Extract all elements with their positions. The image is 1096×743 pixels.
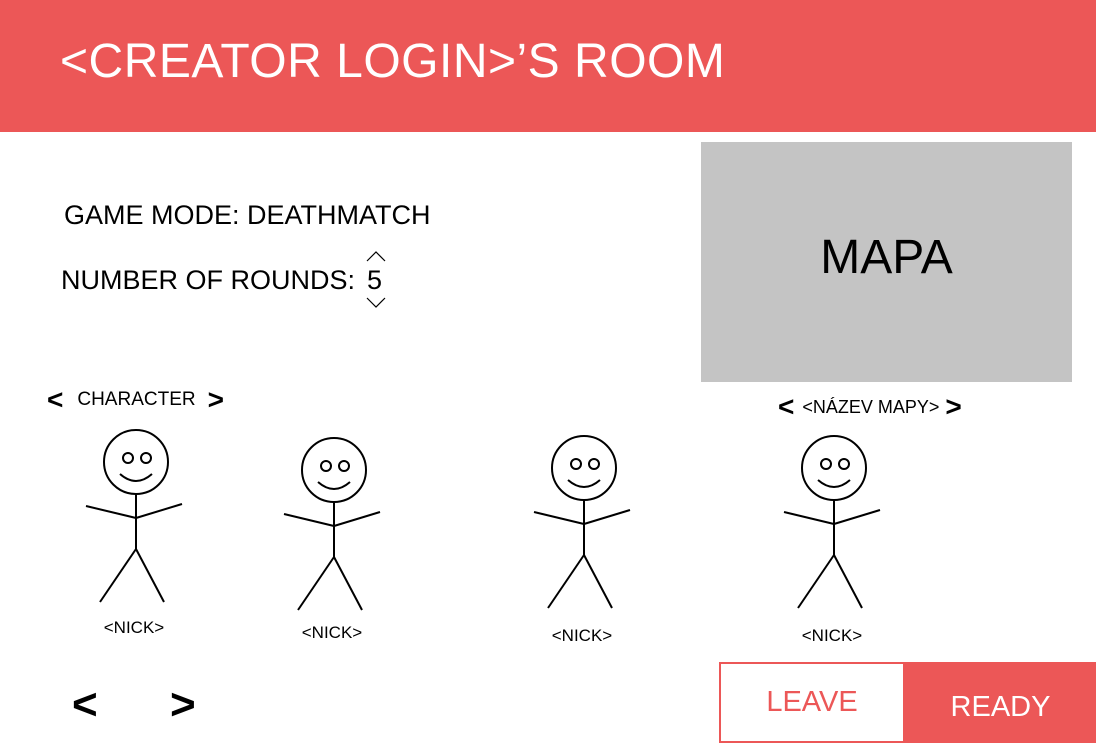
map-next-button[interactable]: > <box>945 391 961 423</box>
map-selector: < <NÁZEV MAPY> > <box>778 391 962 423</box>
game-mode-label: GAME MODE: DEATHMATCH <box>64 200 431 230</box>
page-prev-button[interactable]: < <box>72 680 98 730</box>
room-title: <CREATOR LOGIN>’S ROOM <box>60 35 726 88</box>
map-prev-button[interactable]: < <box>778 391 794 423</box>
player-slot: <NICK> <box>66 428 206 643</box>
chevron-up-icon[interactable] <box>366 250 386 262</box>
stick-figure-icon <box>783 435 881 609</box>
character-next-button[interactable]: > <box>208 384 224 416</box>
chevron-down-icon[interactable] <box>366 297 386 309</box>
map-name-label: <NÁZEV MAPY> <box>802 396 940 417</box>
stick-figure-icon <box>85 429 183 603</box>
player-slot: <NICK> <box>764 434 904 649</box>
rounds-label: NUMBER OF ROUNDS: <box>61 265 356 295</box>
player-nick: <NICK> <box>801 626 863 645</box>
player-nick: <NICK> <box>551 626 613 645</box>
character-selector: < CHARACTER > <box>47 384 224 416</box>
map-preview: MAPA <box>701 142 1072 382</box>
player-slot: <NICK> <box>514 434 654 649</box>
map-preview-label: MAPA <box>820 231 953 284</box>
stick-figure-icon <box>283 437 381 611</box>
leave-button[interactable]: LEAVE <box>719 662 905 743</box>
character-prev-button[interactable]: < <box>47 384 63 416</box>
stick-figure-icon <box>533 435 631 609</box>
player-slot: <NICK> <box>264 436 404 651</box>
player-nick: <NICK> <box>301 623 363 642</box>
leave-button-label: LEAVE <box>766 686 858 718</box>
header-bar: <CREATOR LOGIN>’S ROOM <box>0 0 1096 132</box>
player-nick: <NICK> <box>103 618 165 637</box>
ready-button[interactable]: READY <box>905 662 1096 743</box>
page-next-button[interactable]: > <box>170 680 196 730</box>
character-label: CHARACTER <box>77 389 196 410</box>
ready-button-label: READY <box>950 691 1051 723</box>
rounds-value[interactable]: 5 <box>367 265 382 296</box>
